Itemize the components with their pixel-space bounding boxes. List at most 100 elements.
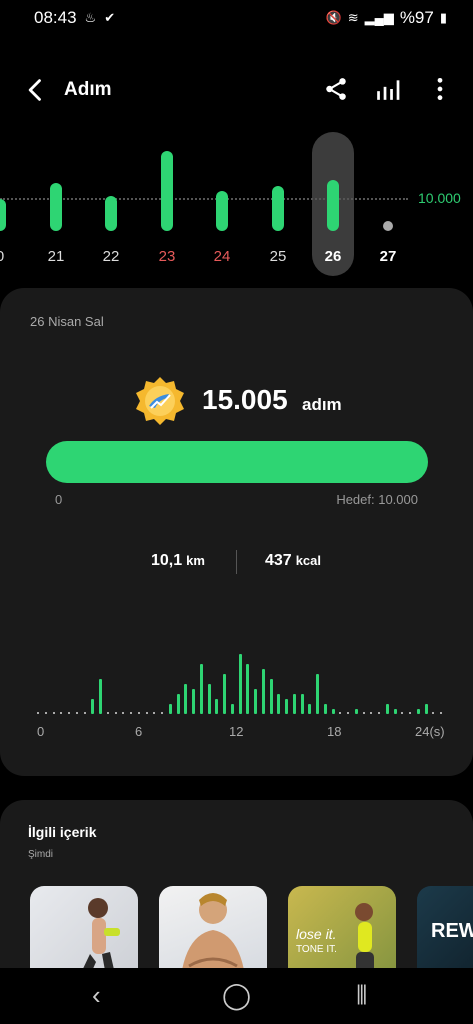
stats-divider — [236, 550, 237, 574]
hourly-steps-chart: 0 6 12 18 24(s) — [0, 624, 473, 754]
week-bar-25[interactable] — [272, 185, 284, 231]
hourly-bar — [99, 679, 102, 714]
hourly-bar — [269, 679, 273, 714]
page-title: Adım — [64, 79, 112, 100]
battery-percent: %97 — [399, 8, 434, 27]
hourly-empty-dot — [114, 712, 117, 714]
mute-icon: 🔇 — [325, 10, 342, 25]
week-bar-21[interactable] — [50, 183, 62, 231]
distance: 10,1 km — [151, 552, 205, 570]
share-icon[interactable] — [323, 76, 349, 102]
thumbnail-4-caption: REW — [431, 920, 473, 942]
hourly-empty-dot — [153, 712, 156, 714]
hourly-bar — [168, 704, 172, 714]
status-bar: 08:43 ♨ ✔ 🔇 ≋ ▂▄▆ %97 ▮ — [0, 0, 473, 36]
weekly-steps-chart: 10.000 0 21 22 23 24 25 26 27 — [0, 130, 473, 280]
daily-summary-card: 26 Nisan Sal 15.005 adım 0 Hedef: 10.000… — [0, 288, 473, 776]
week-bar-24[interactable] — [216, 191, 228, 231]
hourly-bar — [254, 689, 257, 714]
hourly-bar — [300, 694, 304, 714]
distance-unit: km — [186, 553, 205, 568]
hourly-bar — [292, 694, 296, 714]
hourly-axis-label: 6 — [135, 724, 143, 739]
hourly-bar — [323, 704, 327, 714]
hourly-empty-dot — [362, 712, 365, 714]
hourly-bar — [285, 699, 288, 714]
hourly-bar — [91, 699, 95, 714]
hourly-axis-label: 0 — [37, 724, 45, 739]
hourly-empty-dot — [106, 712, 109, 714]
week-bar-0[interactable] — [0, 199, 6, 231]
hourly-empty-dot — [339, 712, 342, 714]
week-day-label[interactable]: 0 — [0, 248, 15, 265]
chart-icon[interactable] — [375, 76, 401, 102]
system-nav-bar: ‹ ◯ ⦀ — [0, 968, 473, 1024]
hourly-empty-dot — [401, 712, 404, 714]
hourly-bar — [393, 709, 397, 714]
hourly-empty-dot — [122, 712, 125, 714]
week-bar-26[interactable] — [327, 180, 339, 231]
week-day-label[interactable]: 26 — [318, 248, 348, 265]
hourly-empty-dot — [68, 712, 70, 714]
hourly-bar — [223, 674, 226, 714]
nav-back-icon[interactable]: ‹ — [92, 980, 101, 1011]
hourly-bar — [192, 689, 195, 714]
hourly-bar — [385, 704, 389, 714]
hourly-axis-label: 24(s) — [415, 724, 445, 739]
goal-label: Hedef: 10.000 — [336, 492, 418, 507]
related-subtitle: Şimdi — [28, 849, 54, 860]
hourly-empty-dot — [60, 712, 63, 714]
week-day-label[interactable]: 21 — [41, 248, 71, 265]
week-day-label[interactable]: 23 — [152, 248, 182, 265]
week-day-label[interactable]: 22 — [96, 248, 126, 265]
hourly-bar — [261, 669, 265, 714]
more-options-icon[interactable] — [427, 76, 453, 102]
hourly-bar — [316, 674, 319, 714]
empty-day-dot — [383, 221, 393, 231]
hourly-bar — [184, 684, 188, 714]
hourly-empty-dot — [137, 712, 140, 714]
summary-date: 26 Nisan Sal — [30, 314, 104, 329]
hourly-empty-dot — [440, 712, 442, 714]
hourly-bar — [308, 704, 312, 714]
week-day-label[interactable]: 27 — [373, 248, 403, 265]
hourly-empty-dot — [130, 712, 132, 714]
goal-line-label: 10.000 — [418, 190, 461, 206]
status-time: 08:43 — [34, 8, 77, 27]
hourly-empty-dot — [370, 712, 373, 714]
hourly-axis-label: 12 — [229, 724, 244, 739]
hourly-empty-dot — [432, 712, 435, 714]
hourly-bar — [230, 704, 234, 714]
steps-unit: adım — [302, 395, 342, 414]
week-bar-22[interactable] — [105, 196, 117, 231]
hourly-empty-dot — [52, 712, 55, 714]
week-day-label[interactable]: 25 — [263, 248, 293, 265]
steps-progress-bar — [46, 441, 428, 483]
related-title: İlgili içerik — [28, 824, 97, 840]
signal-icon: ▂▄▆ — [364, 10, 394, 25]
hourly-bar — [207, 684, 211, 714]
back-arrow-icon[interactable] — [22, 76, 50, 104]
week-bar-23[interactable] — [161, 151, 173, 231]
progress-start-label: 0 — [55, 492, 63, 507]
hourly-bar — [215, 699, 219, 714]
hourly-empty-dot — [44, 712, 47, 714]
hourly-bar — [176, 694, 180, 714]
hourly-empty-dot — [83, 712, 86, 714]
hourly-empty-dot — [37, 712, 39, 714]
hourly-empty-dot — [145, 712, 148, 714]
hourly-bar — [354, 709, 358, 714]
calories: 437 kcal — [265, 552, 321, 570]
calories-unit: kcal — [295, 553, 322, 568]
notification-icon: ♨ — [84, 10, 97, 25]
hourly-empty-dot — [378, 712, 380, 714]
hourly-empty-dot — [347, 712, 349, 714]
nav-recents-icon[interactable]: ⦀ — [356, 980, 367, 1012]
week-day-label[interactable]: 24 — [207, 248, 237, 265]
hourly-bar — [416, 709, 420, 714]
hourly-axis-label: 18 — [327, 724, 342, 739]
hourly-bar — [246, 664, 250, 714]
battery-icon: ▮ — [439, 10, 447, 25]
hourly-bar — [424, 704, 428, 714]
nav-home-icon[interactable]: ◯ — [222, 980, 251, 1011]
